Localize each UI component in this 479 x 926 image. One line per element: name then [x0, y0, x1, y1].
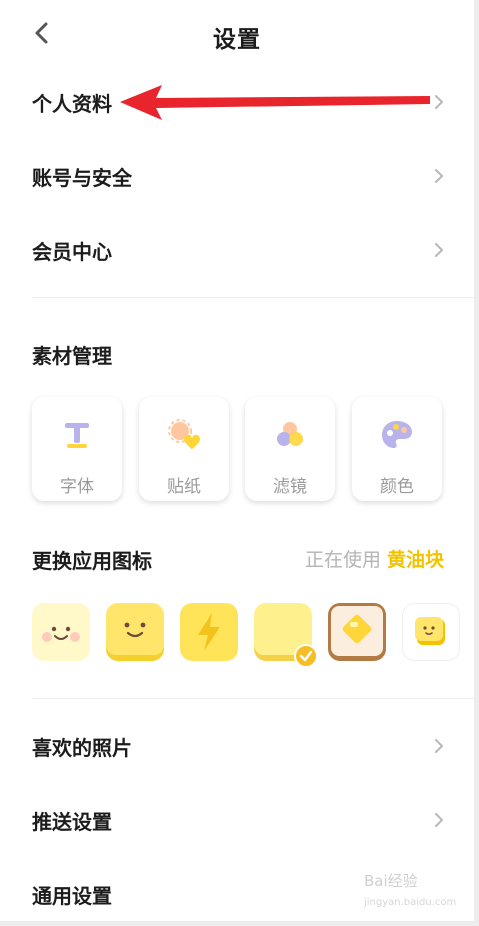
- page-edge: [474, 0, 479, 926]
- chevron-right-icon: [435, 169, 443, 183]
- material-label: 贴纸: [167, 477, 201, 497]
- material-font[interactable]: 字体: [32, 397, 122, 501]
- lightning-icon[interactable]: [180, 603, 238, 661]
- chevron-right-icon: [435, 95, 443, 109]
- row-label: 喜欢的照片: [32, 736, 132, 760]
- filter-icon: [277, 422, 303, 446]
- row-favorite-photos[interactable]: 喜欢的照片: [32, 722, 444, 772]
- watermark-url: jingyan.baidu.com: [364, 897, 457, 908]
- font-icon: [65, 423, 89, 448]
- material-sticker[interactable]: 贴纸: [139, 397, 229, 501]
- mini-block-icon[interactable]: [402, 603, 460, 661]
- chevron-right-icon: [435, 243, 443, 257]
- sticker-icon: [168, 419, 200, 450]
- chevron-right-icon: [435, 739, 443, 753]
- row-member-center[interactable]: 会员中心: [32, 226, 444, 276]
- material-label: 字体: [60, 477, 94, 497]
- materials-section-title: 素材管理: [32, 344, 112, 368]
- page-title: 设置: [213, 27, 261, 53]
- current-icon-prefix: 正在使用: [304, 549, 381, 571]
- row-push-settings[interactable]: 推送设置: [32, 796, 444, 846]
- material-label: 颜色: [380, 477, 414, 497]
- watermark: Bai经验: [364, 872, 418, 890]
- row-label: 推送设置: [32, 810, 112, 834]
- material-label: 滤镜: [273, 477, 307, 497]
- material-color[interactable]: 颜色: [352, 397, 442, 501]
- divider: [32, 297, 474, 298]
- chevron-right-icon: [435, 813, 443, 827]
- smile-face-icon[interactable]: [32, 603, 90, 661]
- row-label: 会员中心: [32, 240, 112, 264]
- top-bar: 设置: [0, 0, 474, 70]
- yellow-smile-icon[interactable]: [106, 603, 164, 661]
- palette-icon: [382, 421, 412, 448]
- row-label: 账号与安全: [32, 166, 132, 190]
- material-filter[interactable]: 滤镜: [245, 397, 335, 501]
- row-label: 通用设置: [32, 884, 112, 908]
- current-icon-status: 正在使用 黄油块: [305, 545, 444, 572]
- selected-check-icon: [294, 644, 318, 668]
- toast-icon[interactable]: [328, 603, 386, 661]
- current-icon-name: 黄油块: [386, 549, 444, 571]
- page-bottom-edge: [0, 921, 479, 926]
- row-label: 个人资料: [32, 92, 112, 116]
- red-arrow-annotation-icon: [120, 85, 430, 120]
- divider: [32, 698, 474, 699]
- app-icon-section-title: 更换应用图标: [32, 549, 152, 573]
- row-account-security[interactable]: 账号与安全: [32, 152, 444, 202]
